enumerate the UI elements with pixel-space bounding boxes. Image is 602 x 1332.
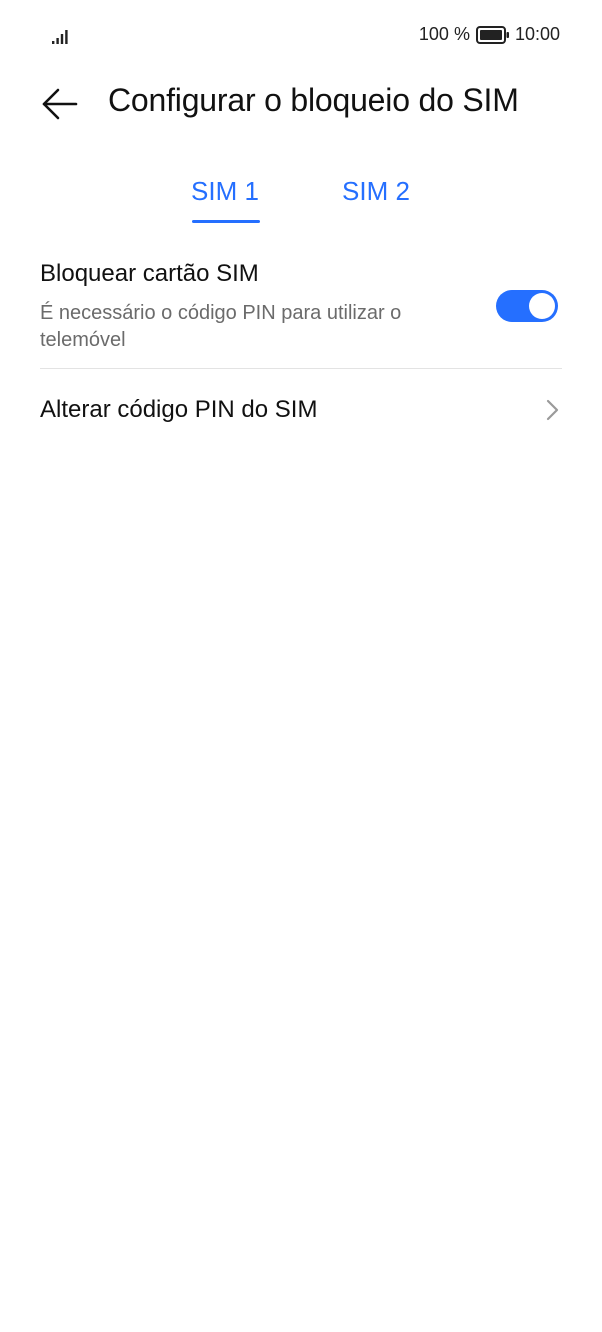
tab-sim-1[interactable]: SIM 1 — [191, 176, 259, 207]
lock-sim-subtitle: É necessário o código PIN para utilizar … — [40, 302, 402, 351]
sim-tabs: SIM 1 SIM 2 — [0, 176, 602, 228]
status-bar: 100 % 10:00 — [0, 0, 602, 72]
page-title: Configurar o bloqueio do SIM — [108, 82, 519, 118]
divider — [40, 368, 562, 369]
app-bar: Configurar o bloqueio do SIM — [0, 78, 602, 130]
tab-sim-2[interactable]: SIM 2 — [342, 176, 410, 207]
lock-sim-row[interactable]: Bloquear cartão SIM É necessário o códig… — [0, 250, 602, 368]
tab-selected-indicator — [192, 220, 260, 223]
chevron-right-icon — [546, 399, 559, 421]
battery-full-icon — [475, 25, 509, 44]
toggle-knob — [529, 293, 555, 319]
change-pin-title: Alterar código PIN do SIM — [40, 396, 318, 423]
status-right: 100 % 10:00 — [419, 24, 560, 45]
clock: 10:00 — [514, 24, 560, 44]
battery-percent: 100 % — [418, 24, 470, 44]
arrow-left-icon — [42, 88, 78, 120]
back-button[interactable] — [40, 84, 80, 124]
signal-bars-icon — [52, 30, 68, 44]
lock-sim-toggle[interactable] — [496, 290, 558, 322]
change-pin-row[interactable]: Alterar código PIN do SIM — [0, 370, 602, 450]
lock-sim-title: Bloquear cartão SIM — [40, 260, 259, 287]
